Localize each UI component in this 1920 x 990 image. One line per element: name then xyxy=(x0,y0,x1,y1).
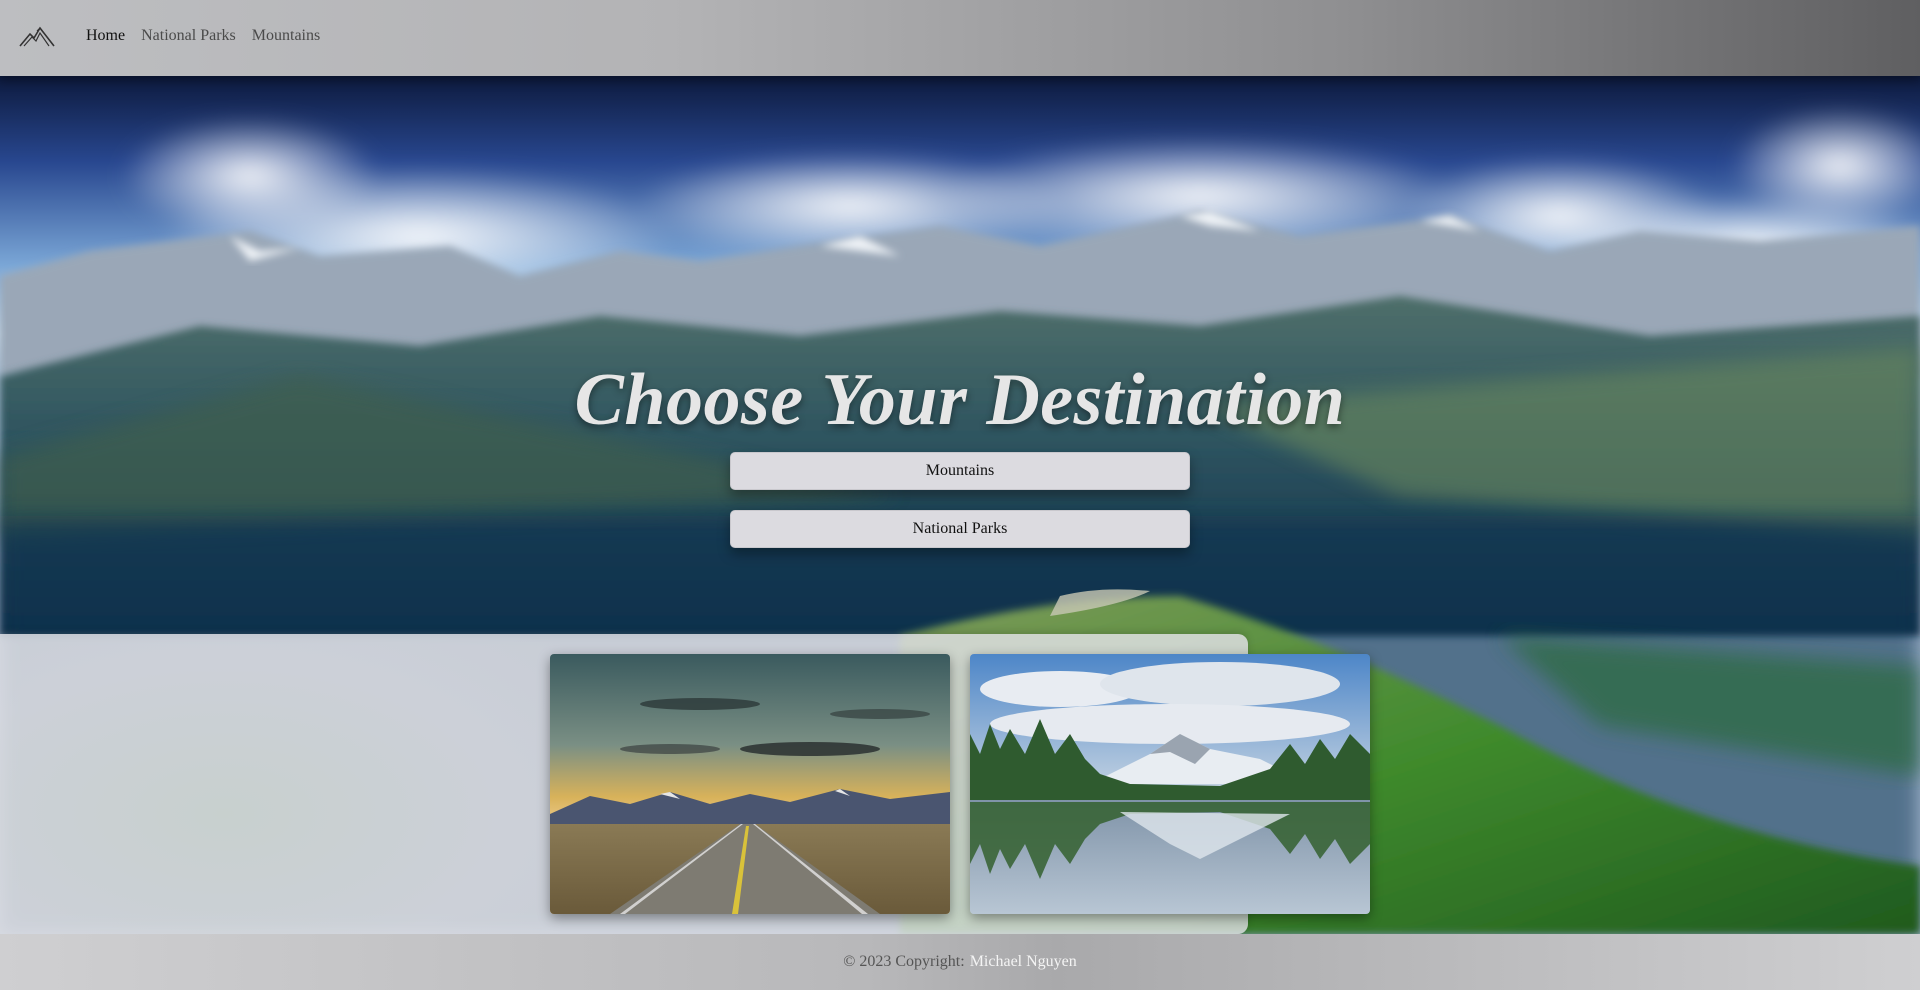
nav-links: Home National Parks Mountains xyxy=(86,27,320,45)
nav-link-home[interactable]: Home xyxy=(86,27,125,45)
copyright-text: © 2023 Copyright: xyxy=(843,953,965,970)
mountain-logo-icon[interactable] xyxy=(18,22,56,50)
nav-link-national-parks[interactable]: National Parks xyxy=(141,27,236,45)
panel-haze xyxy=(0,634,560,934)
navbar: Home National Parks Mountains xyxy=(0,0,1920,76)
lake-mountain-card[interactable] xyxy=(970,654,1370,914)
mountain-road-card[interactable] xyxy=(550,654,950,914)
national-parks-button[interactable]: National Parks xyxy=(730,510,1190,548)
nav-link-mountains[interactable]: Mountains xyxy=(252,27,320,45)
mountains-button[interactable]: Mountains xyxy=(730,452,1190,490)
lake-mountain-reflection-image xyxy=(970,654,1370,914)
hero-title: Choose Your Destination xyxy=(574,359,1346,441)
author-link[interactable]: Michael Nguyen xyxy=(970,953,1077,971)
mountain-road-sunset-image xyxy=(550,654,950,914)
footer: © 2023 Copyright: Michael Nguyen xyxy=(0,934,1920,990)
